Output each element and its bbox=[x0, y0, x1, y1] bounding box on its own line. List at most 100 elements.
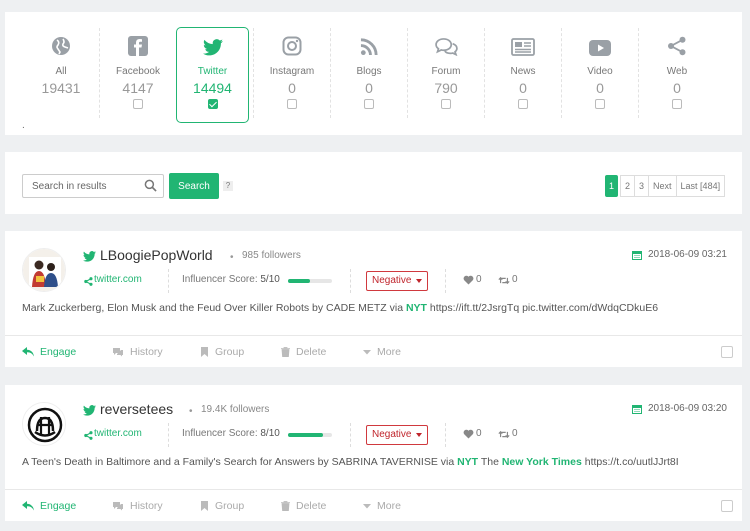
post-actions: Engage History Group Delete More bbox=[5, 489, 742, 521]
select-post-checkbox[interactable] bbox=[721, 500, 733, 512]
video-icon bbox=[589, 40, 611, 56]
influencer-value: 8/10 bbox=[260, 428, 280, 439]
influencer-label: Influencer Score: bbox=[182, 428, 261, 439]
separator-dot: • bbox=[189, 406, 193, 417]
facebook-icon bbox=[128, 36, 148, 56]
reply-icon bbox=[22, 501, 34, 511]
avatar[interactable] bbox=[22, 402, 66, 446]
sentiment-dropdown[interactable]: Negative bbox=[366, 271, 428, 291]
history-label: History bbox=[130, 500, 163, 512]
source-all[interactable]: All 19431 bbox=[23, 28, 99, 124]
select-post-checkbox[interactable] bbox=[721, 346, 733, 358]
next-page[interactable]: Next bbox=[648, 175, 677, 197]
source-checkbox[interactable] bbox=[518, 99, 528, 109]
source-blogs[interactable]: Blogs 0 bbox=[331, 28, 407, 124]
search-input[interactable] bbox=[23, 180, 141, 192]
source-checkbox[interactable] bbox=[287, 99, 297, 109]
source-checkbox-checked[interactable] bbox=[207, 99, 218, 109]
username[interactable]: LBoogiePopWorld bbox=[100, 247, 213, 263]
page-2[interactable]: 2 bbox=[620, 175, 636, 197]
source-checkbox[interactable] bbox=[672, 99, 682, 109]
source-count: 0 bbox=[673, 80, 681, 96]
source-twitter[interactable]: Twitter 14494 bbox=[176, 27, 249, 123]
influencer-bar bbox=[288, 279, 332, 283]
source-label: Video bbox=[587, 66, 613, 77]
caret-down-icon bbox=[416, 433, 422, 437]
comments-icon bbox=[113, 502, 123, 511]
source-facebook[interactable]: Facebook 4147 bbox=[100, 28, 176, 124]
group-button[interactable]: Group bbox=[200, 346, 244, 358]
influencer-label: Influencer Score: bbox=[182, 274, 261, 285]
comments-icon bbox=[113, 348, 123, 357]
help-icon[interactable]: ? bbox=[223, 181, 233, 191]
post-text-part: A Teen's Death in Baltimore and a Family… bbox=[22, 456, 458, 468]
post-date: 2018-06-09 03:21 bbox=[648, 249, 727, 260]
history-label: History bbox=[130, 346, 163, 358]
source-forum[interactable]: Forum 790 bbox=[408, 28, 484, 124]
calendar-icon bbox=[632, 405, 642, 414]
caret-down-icon bbox=[363, 350, 371, 355]
source-filter-panel: All 19431 Facebook 4147 Twitter 14494 In… bbox=[5, 12, 742, 135]
bookmark-icon bbox=[201, 347, 208, 357]
likes-count: 0 bbox=[476, 274, 482, 285]
group-button[interactable]: Group bbox=[200, 500, 244, 512]
post-text-part: The bbox=[478, 456, 502, 468]
search-box bbox=[22, 174, 164, 198]
twitter-icon bbox=[83, 405, 96, 416]
delete-button[interactable]: Delete bbox=[281, 500, 326, 512]
source-domain-link[interactable]: twitter.com bbox=[94, 428, 142, 439]
source-count: 0 bbox=[519, 80, 527, 96]
avatar[interactable] bbox=[22, 248, 66, 292]
group-label: Group bbox=[215, 500, 245, 512]
sentiment-value: Negative bbox=[372, 429, 412, 440]
more-dropdown[interactable]: More bbox=[363, 346, 401, 358]
source-domain-link[interactable]: twitter.com bbox=[94, 274, 142, 285]
influencer-bar bbox=[288, 433, 332, 437]
sentiment-value: Negative bbox=[372, 275, 412, 286]
page-1[interactable]: 1 bbox=[605, 175, 618, 197]
last-page[interactable]: Last [484] bbox=[675, 175, 726, 197]
bookmark-icon bbox=[201, 501, 208, 511]
engage-button[interactable]: Engage bbox=[22, 346, 76, 358]
page-3[interactable]: 3 bbox=[634, 175, 650, 197]
share-icon bbox=[84, 277, 93, 286]
post-text: Mark Zuckerberg, Elon Musk and the Feud … bbox=[22, 302, 658, 314]
post-card: LBoogiePopWorld • 985 followers 2018-06-… bbox=[5, 231, 742, 367]
source-checkbox[interactable] bbox=[441, 99, 451, 109]
search-button[interactable]: Search bbox=[169, 173, 219, 199]
twitter-icon bbox=[202, 39, 223, 56]
source-checkbox[interactable] bbox=[364, 99, 374, 109]
post-text-highlight: New York Times bbox=[501, 456, 582, 468]
followers-count: 985 followers bbox=[242, 250, 301, 261]
rss-icon bbox=[360, 38, 378, 56]
sentiment-dropdown[interactable]: Negative bbox=[366, 425, 428, 445]
history-button[interactable]: History bbox=[112, 500, 163, 512]
source-count: 14494 bbox=[193, 80, 232, 96]
source-instagram[interactable]: Instagram 0 bbox=[254, 28, 330, 124]
retweet-icon bbox=[498, 276, 510, 285]
engage-button[interactable]: Engage bbox=[22, 500, 76, 512]
influencer-bar-fill bbox=[288, 433, 324, 437]
source-news[interactable]: News 0 bbox=[485, 28, 561, 124]
influencer-score: Influencer Score: 8/10 bbox=[182, 428, 280, 439]
search-icon[interactable] bbox=[144, 179, 157, 192]
source-checkbox[interactable] bbox=[595, 99, 605, 109]
source-label: Web bbox=[666, 66, 688, 77]
username[interactable]: reversetees bbox=[100, 401, 173, 417]
post-text-part: https://ift.tt/2JsrgTq pic.twitter.com/d… bbox=[426, 302, 659, 314]
more-dropdown[interactable]: More bbox=[363, 500, 401, 512]
globe-icon bbox=[52, 37, 70, 55]
influencer-bar-fill bbox=[288, 279, 310, 283]
history-button[interactable]: History bbox=[112, 346, 163, 358]
more-label: More bbox=[377, 346, 401, 358]
source-checkbox[interactable] bbox=[133, 99, 143, 109]
delete-button[interactable]: Delete bbox=[281, 346, 326, 358]
source-count: 0 bbox=[288, 80, 296, 96]
source-web[interactable]: Web 0 bbox=[639, 28, 715, 124]
post-text-highlight: NYT bbox=[457, 456, 479, 468]
source-video[interactable]: Video 0 bbox=[562, 28, 638, 124]
retweets-count: 0 bbox=[512, 274, 518, 285]
group-label: Group bbox=[215, 346, 245, 358]
caret-down-icon bbox=[363, 504, 371, 509]
source-count: 19431 bbox=[41, 80, 81, 96]
